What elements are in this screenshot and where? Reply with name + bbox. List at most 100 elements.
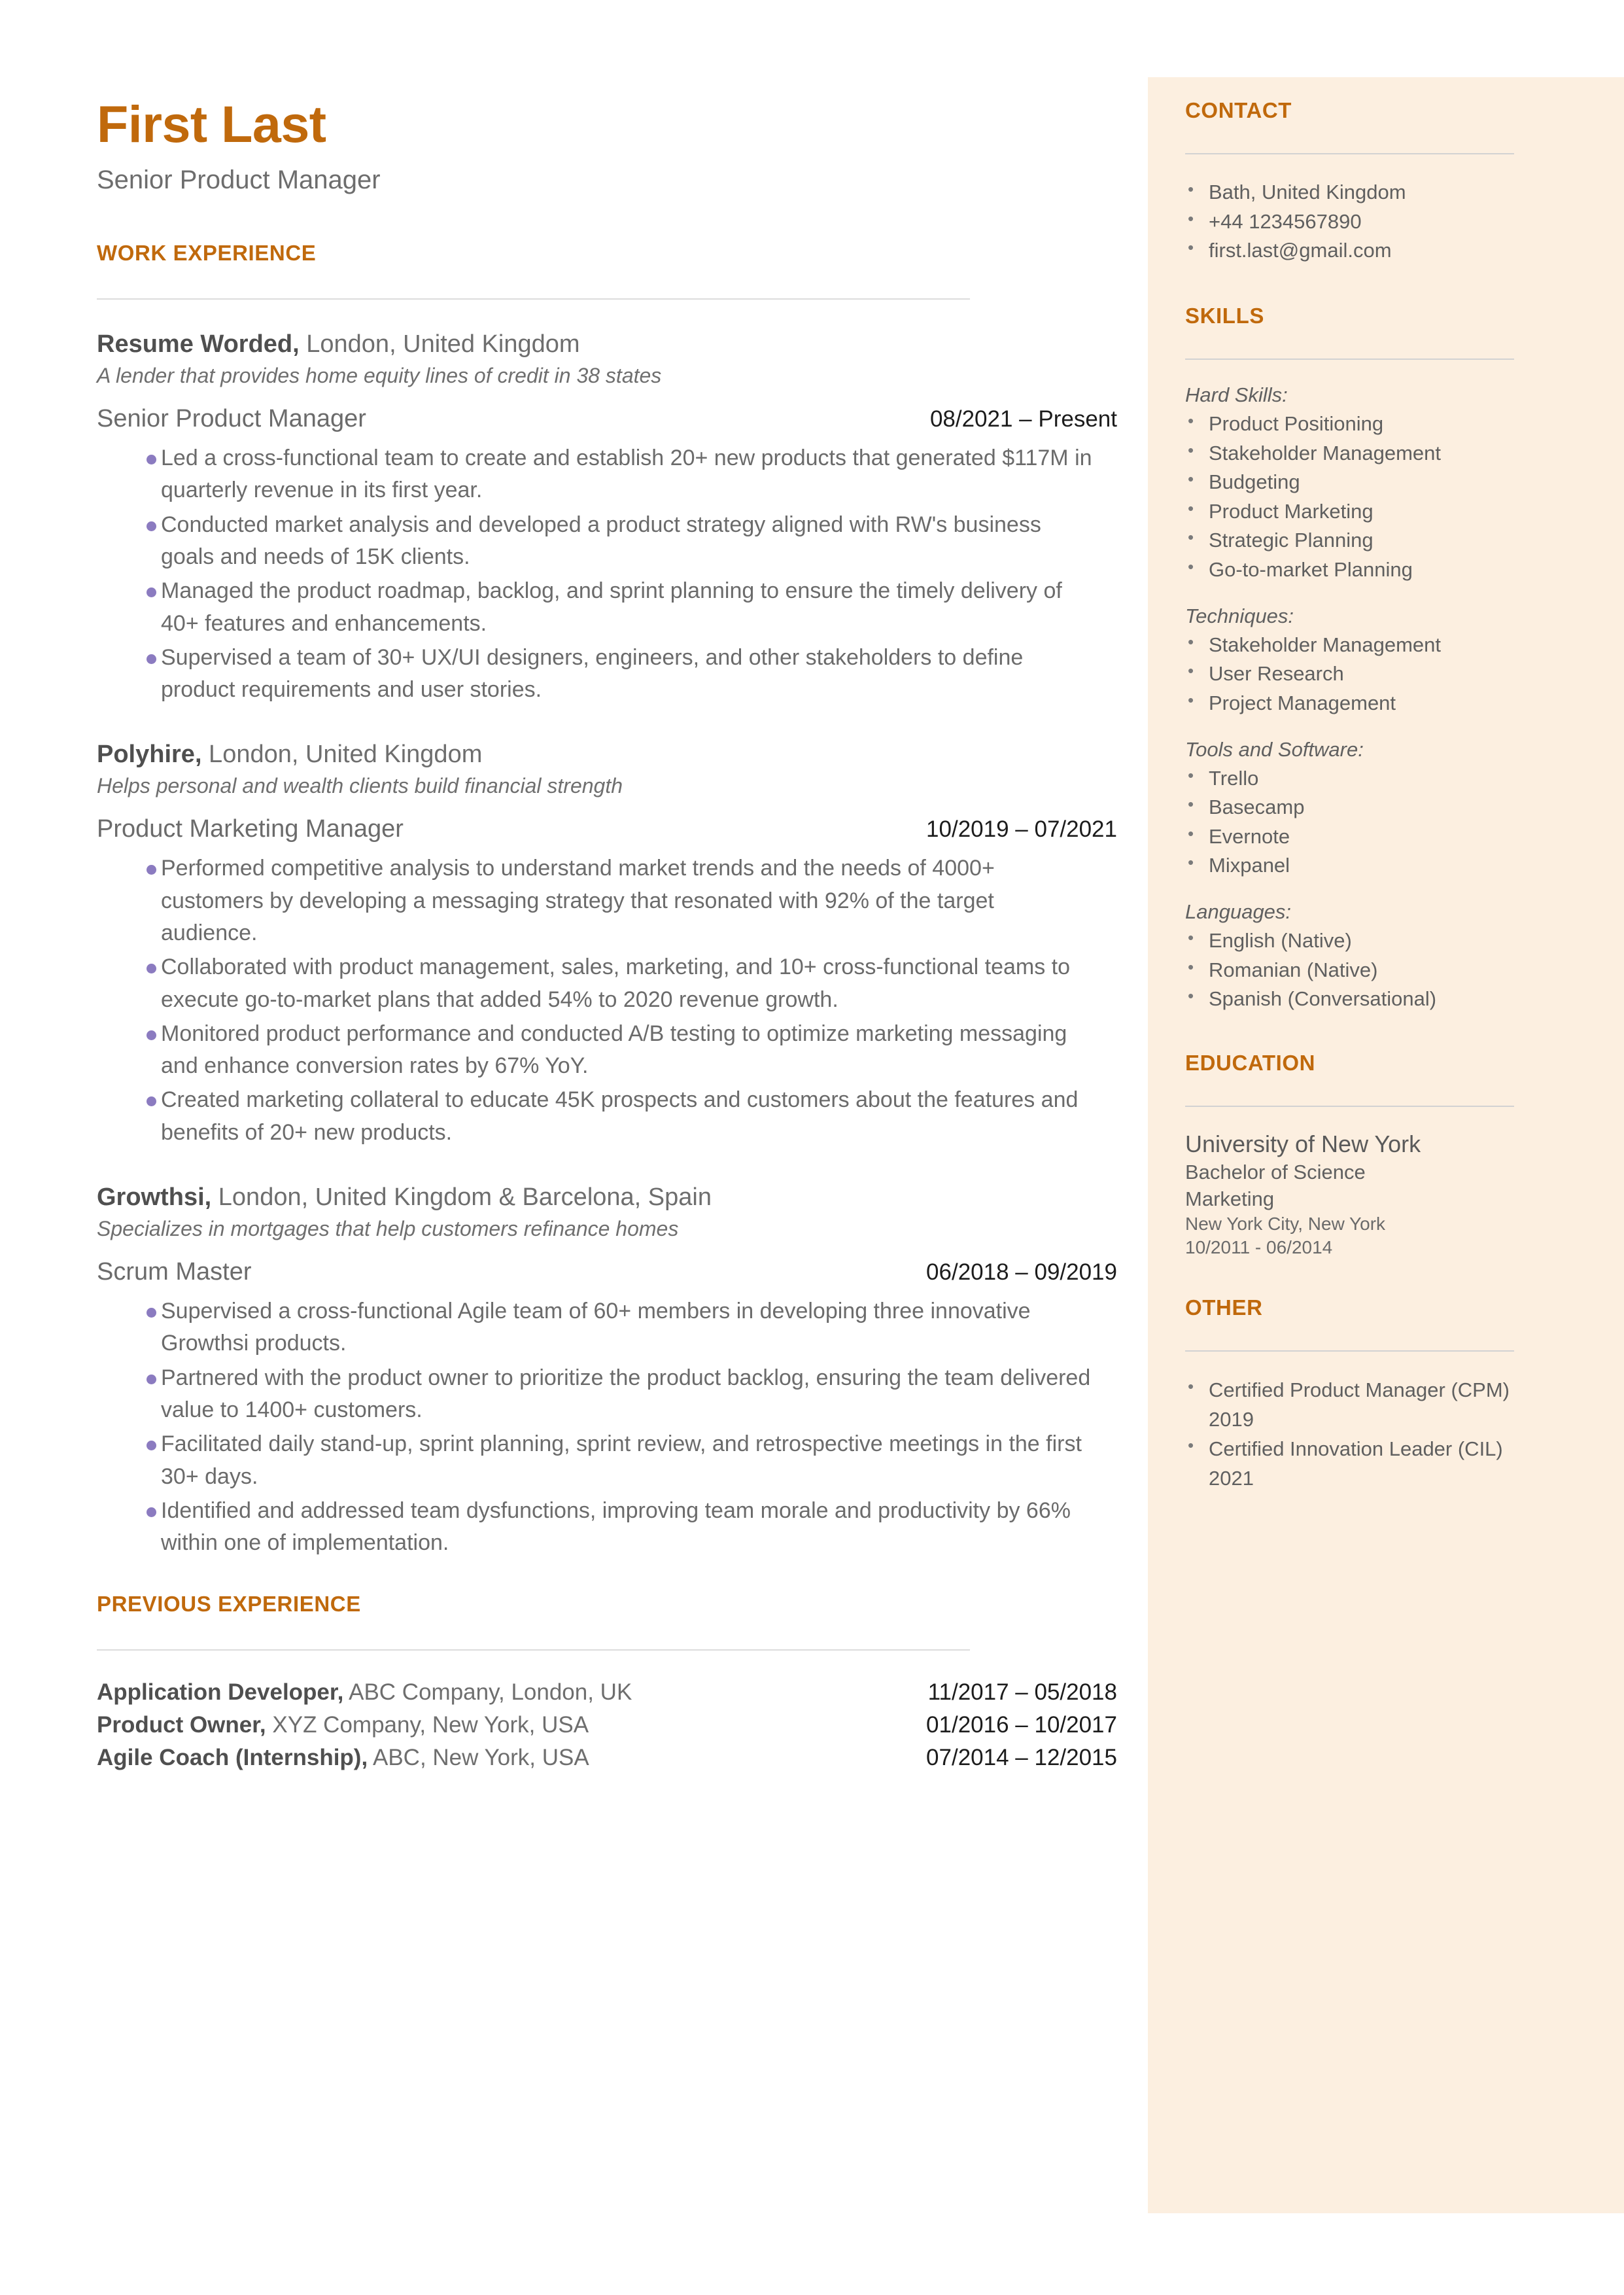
job-bullet: Supervised a team of 30+ UX/UI designers… bbox=[97, 642, 1096, 707]
previous-experience-label: Agile Coach (Internship), ABC, New York,… bbox=[97, 1745, 589, 1771]
skills-item: Project Management bbox=[1185, 688, 1514, 718]
company-location: London, United Kingdom & Barcelona, Spai… bbox=[211, 1183, 712, 1212]
skills-item: Spanish (Conversational) bbox=[1185, 984, 1514, 1014]
company-description: Helps personal and wealth clients build … bbox=[97, 774, 623, 798]
job-bullet-list: Led a cross-functional team to create an… bbox=[97, 442, 1117, 706]
previous-experience-label: Product Owner, XYZ Company, New York, US… bbox=[97, 1712, 589, 1738]
skills-group-label: Hard Skills: bbox=[1185, 383, 1288, 406]
job-dates: 06/2018 – 09/2019 bbox=[926, 1259, 1117, 1286]
education-location: New York City, New York bbox=[1185, 1213, 1386, 1234]
skills-item: Stakeholder Management bbox=[1185, 438, 1514, 468]
previous-experience-dates: 11/2017 – 05/2018 bbox=[927, 1679, 1117, 1706]
skills-group-label: Techniques: bbox=[1185, 604, 1294, 627]
job-bullet: Created marketing collateral to educate … bbox=[97, 1084, 1096, 1149]
skills-item: Mixpanel bbox=[1185, 850, 1514, 881]
sidebar-section-education: EDUCATION University of New York Bachelo… bbox=[1185, 1051, 1514, 1260]
skills-item: Strategic Planning bbox=[1185, 525, 1514, 555]
contact-item: first.last@gmail.com bbox=[1185, 236, 1514, 266]
sidebar-divider bbox=[1185, 1105, 1514, 1107]
skills-item-list: Stakeholder ManagementUser ResearchProje… bbox=[1185, 630, 1514, 718]
skills-item: Evernote bbox=[1185, 822, 1514, 852]
sidebar-section-skills: SKILLS Hard Skills:Product PositioningSt… bbox=[1185, 304, 1514, 1014]
job-bullet: Facilitated daily stand-up, sprint plann… bbox=[97, 1428, 1096, 1493]
previous-experience-detail: XYZ Company, New York, USA bbox=[266, 1712, 589, 1738]
skills-group-label: Languages: bbox=[1185, 900, 1292, 923]
headline-subtitle: Senior Product Manager bbox=[97, 166, 381, 194]
skills-item-list: TrelloBasecampEvernoteMixpanel bbox=[1185, 763, 1514, 881]
job-bullet: Monitored product performance and conduc… bbox=[97, 1018, 1096, 1083]
education-degree: Bachelor of Science bbox=[1185, 1161, 1366, 1184]
sidebar-section-other: OTHER Certified Product Manager (CPM) 20… bbox=[1185, 1295, 1514, 1494]
skills-item: Basecamp bbox=[1185, 792, 1514, 822]
other-list: Certified Product Manager (CPM) 2019 Cer… bbox=[1185, 1375, 1514, 1494]
main-column: First Last Senior Product Manager WORK E… bbox=[97, 98, 1117, 1778]
other-item: Certified Innovation Leader (CIL) 2021 bbox=[1185, 1433, 1514, 1494]
previous-experience-role: Product Owner, bbox=[97, 1712, 266, 1738]
job-bullet: Conducted market analysis and developed … bbox=[97, 509, 1096, 574]
other-item: Certified Product Manager (CPM) 2019 bbox=[1185, 1375, 1514, 1435]
job-entry: Polyhire, London, United Kingdom Helps pe… bbox=[97, 739, 1117, 1149]
job-dates: 10/2019 – 07/2021 bbox=[926, 816, 1117, 843]
job-title: Product Marketing Manager bbox=[97, 815, 404, 843]
previous-experience-row: Product Owner, XYZ Company, New York, US… bbox=[97, 1712, 1117, 1738]
skills-item: English (Native) bbox=[1185, 926, 1514, 956]
job-bullet: Collaborated with product management, sa… bbox=[97, 951, 1096, 1016]
contact-item: +44 1234567890 bbox=[1185, 207, 1514, 237]
sidebar-divider bbox=[1185, 153, 1514, 154]
work-experience-list: Resume Worded, London, United Kingdom A l… bbox=[97, 328, 1117, 1559]
previous-experience-list: Application Developer, ABC Company, Lond… bbox=[97, 1679, 1117, 1771]
previous-experience-detail: ABC Company, London, UK bbox=[343, 1679, 632, 1706]
education-dates: 10/2011 - 06/2014 bbox=[1185, 1237, 1333, 1258]
section-divider bbox=[97, 298, 970, 300]
skills-item: Product Positioning bbox=[1185, 409, 1514, 439]
job-bullet: Led a cross-functional team to create an… bbox=[97, 442, 1096, 507]
contact-list: Bath, United Kingdom+44 1234567890first.… bbox=[1185, 177, 1514, 266]
section-divider bbox=[97, 1649, 970, 1651]
company-line: Polyhire, London, United Kingdom bbox=[97, 739, 1117, 771]
company-name: Resume Worded, bbox=[97, 330, 300, 358]
job-title: Scrum Master bbox=[97, 1258, 252, 1286]
resume-page: First Last Senior Product Manager WORK E… bbox=[0, 0, 1624, 2295]
job-bullet-list: Supervised a cross-functional Agile team… bbox=[97, 1295, 1117, 1559]
skills-item: Budgeting bbox=[1185, 467, 1514, 497]
page-title: First Last bbox=[97, 95, 326, 153]
skills-item: Product Marketing bbox=[1185, 497, 1514, 527]
company-line: Resume Worded, London, United Kingdom bbox=[97, 328, 1117, 360]
skills-groups: Hard Skills:Product PositioningStakehold… bbox=[1185, 383, 1514, 1014]
job-title-row: Scrum Master 06/2018 – 09/2019 bbox=[97, 1258, 1117, 1286]
company-location: London, United Kingdom bbox=[299, 330, 580, 358]
section-heading-previous-experience: PREVIOUS EXPERIENCE bbox=[97, 1592, 361, 1617]
skills-item: Stakeholder Management bbox=[1185, 630, 1514, 660]
previous-experience-role: Application Developer, bbox=[97, 1679, 344, 1706]
job-bullet-list: Performed competitive analysis to unders… bbox=[97, 852, 1117, 1149]
skills-group: Techniques: Stakeholder ManagementUser Re… bbox=[1185, 604, 1514, 718]
contact-item: Bath, United Kingdom bbox=[1185, 177, 1514, 207]
sidebar-section-contact: CONTACT Bath, United Kingdom+44 12345678… bbox=[1185, 98, 1514, 266]
skills-group: Hard Skills: Product PositioningStakehold… bbox=[1185, 383, 1514, 585]
previous-experience-row: Application Developer, ABC Company, Lond… bbox=[97, 1679, 1117, 1706]
job-title-row: Senior Product Manager 08/2021 – Present bbox=[97, 405, 1117, 433]
skills-item-list: Product PositioningStakeholder Managemen… bbox=[1185, 409, 1514, 585]
skills-group: Languages: English (Native)Romanian (Nati… bbox=[1185, 900, 1514, 1014]
sidebar-divider bbox=[1185, 358, 1514, 360]
job-entry: Growthsi, London, United Kingdom & Barce… bbox=[97, 1182, 1117, 1559]
sidebar-heading-contact: CONTACT bbox=[1185, 98, 1292, 122]
job-title: Senior Product Manager bbox=[97, 405, 366, 433]
job-entry: Resume Worded, London, United Kingdom A l… bbox=[97, 328, 1117, 706]
previous-experience-dates: 01/2016 – 10/2017 bbox=[926, 1712, 1117, 1738]
job-dates: 08/2021 – Present bbox=[929, 406, 1117, 432]
job-bullet: Managed the product roadmap, backlog, an… bbox=[97, 575, 1096, 640]
company-description: A lender that provides home equity lines… bbox=[97, 363, 662, 387]
education-field: Marketing bbox=[1185, 1187, 1275, 1210]
sidebar-divider bbox=[1185, 1350, 1514, 1352]
job-bullet: Partnered with the product owner to prio… bbox=[97, 1362, 1096, 1427]
job-title-row: Product Marketing Manager 10/2019 – 07/20… bbox=[97, 815, 1117, 843]
sidebar: CONTACT Bath, United Kingdom+44 12345678… bbox=[1148, 77, 1624, 2213]
job-bullet: Identified and addressed team dysfunctio… bbox=[97, 1495, 1096, 1560]
skills-item: User Research bbox=[1185, 659, 1514, 689]
sidebar-heading-skills: SKILLS bbox=[1185, 303, 1264, 328]
education-school: University of New York bbox=[1185, 1130, 1421, 1157]
skills-item-list: English (Native)Romanian (Native)Spanish… bbox=[1185, 926, 1514, 1014]
company-line: Growthsi, London, United Kingdom & Barce… bbox=[97, 1182, 1117, 1214]
skills-item: Trello bbox=[1185, 763, 1514, 794]
